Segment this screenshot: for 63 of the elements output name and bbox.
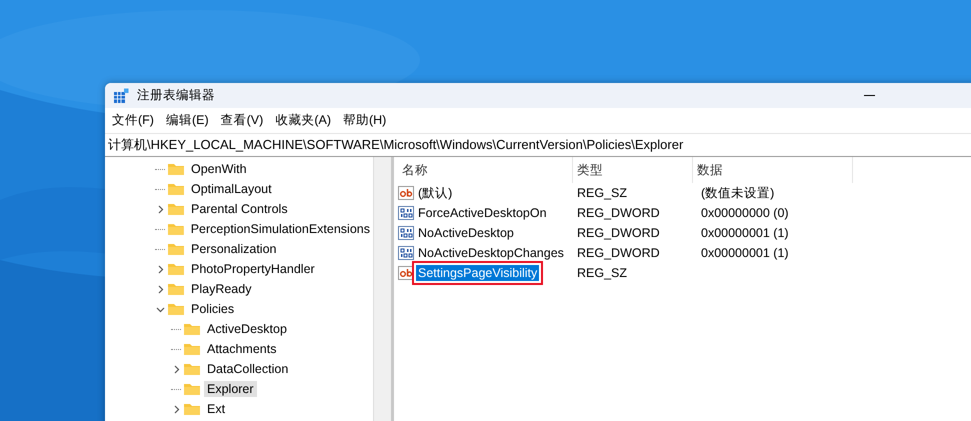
chevron-down-icon[interactable] (156, 304, 164, 314)
chevron-right-icon[interactable] (156, 284, 164, 294)
text-value-icon (398, 186, 414, 200)
folder-icon (183, 362, 201, 376)
chevron-right-icon[interactable] (156, 204, 164, 214)
menu-item[interactable]: 文件(F) (107, 112, 159, 129)
address-bar[interactable]: 计算机\HKEY_LOCAL_MACHINE\SOFTWARE\Microsoft\Windows\CurrentVersion\Policies\Explorer (105, 133, 971, 157)
value-data: 0x00000000 (0) (700, 206, 790, 220)
folder-icon (183, 322, 201, 336)
folder-icon (167, 262, 185, 276)
value-type: REG_SZ (576, 266, 628, 280)
value-type: REG_SZ (576, 186, 628, 200)
folder-icon (183, 382, 201, 396)
folder-icon (167, 182, 185, 196)
value-name[interactable]: SettingsPageVisibility (416, 265, 540, 281)
value-data: 0x00000001 (1) (700, 226, 790, 240)
column-header[interactable]: 名称 (398, 157, 573, 183)
window-title: 注册表编辑器 (137, 87, 215, 104)
folder-icon (167, 202, 185, 216)
menu-item[interactable]: 查看(V) (216, 112, 268, 129)
folder-icon (167, 302, 185, 316)
folder-icon (183, 342, 201, 356)
binary-value-icon (398, 246, 414, 260)
text-value-icon (398, 266, 414, 280)
menu-item[interactable]: 编辑(E) (160, 112, 214, 129)
value-type: REG_DWORD (576, 206, 661, 220)
tree-item[interactable]: Personalization (188, 241, 280, 257)
value-data: 0x00000001 (1) (700, 246, 790, 260)
menu-item[interactable]: 帮助(H) (338, 112, 392, 129)
folder-icon (167, 282, 185, 296)
value-name[interactable]: ForceActiveDesktopOn (416, 205, 549, 221)
value-type: REG_DWORD (576, 246, 661, 260)
tree-item[interactable]: PlayReady (188, 281, 254, 297)
folder-icon (167, 222, 185, 236)
tree-item[interactable]: Parental Controls (188, 201, 291, 217)
binary-value-icon (398, 226, 414, 240)
value-name[interactable]: NoActiveDesktopChanges (416, 245, 566, 261)
folder-icon (167, 242, 185, 256)
scrollbar-track[interactable] (374, 157, 394, 421)
value-name[interactable]: NoActiveDesktop (416, 225, 516, 241)
column-header[interactable]: 数据 (693, 157, 853, 183)
menu-item[interactable]: 收藏夹(A) (270, 112, 336, 129)
tree-item[interactable]: ActiveDesktop (204, 321, 290, 337)
value-type: REG_DWORD (576, 226, 661, 240)
tree-item[interactable]: DataCollection (204, 361, 292, 377)
tree-item[interactable]: OpenWith (188, 161, 250, 177)
value-data: (数值未设置) (700, 184, 776, 202)
tree-item[interactable]: Policies (188, 301, 238, 317)
tree-item[interactable]: Attachments (204, 341, 280, 357)
folder-icon (167, 162, 185, 176)
chevron-right-icon[interactable] (156, 264, 164, 274)
tree-item[interactable]: Explorer (204, 381, 257, 397)
binary-value-icon (398, 206, 414, 220)
folder-icon (183, 402, 201, 416)
value-name[interactable]: (默认) (416, 184, 454, 202)
tree-item[interactable]: PerceptionSimulationExtensions (188, 221, 373, 237)
tree-item[interactable]: OptimalLayout (188, 181, 275, 197)
column-header[interactable]: 类型 (573, 157, 693, 183)
chevron-right-icon[interactable] (172, 364, 180, 374)
chevron-right-icon[interactable] (172, 404, 180, 414)
tree-item[interactable]: Ext (204, 401, 228, 417)
registry-icon (113, 88, 129, 104)
tree-item[interactable]: PhotoPropertyHandler (188, 261, 318, 277)
